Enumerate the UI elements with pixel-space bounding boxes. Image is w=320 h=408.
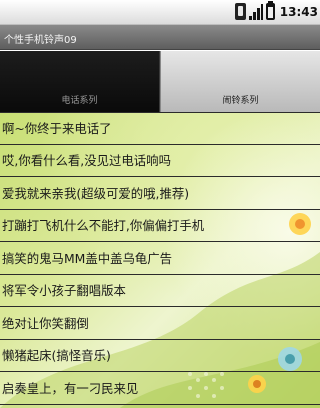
- tab-alarms-label: 闹铃系列: [222, 96, 259, 106]
- status-bar: 13:43: [0, 0, 320, 25]
- battery-icon: [265, 1, 275, 20]
- list-item[interactable]: 绝对让你笑翻倒: [0, 307, 320, 340]
- title-bar: 个性手机铃声09: [0, 25, 320, 50]
- tab-alarms[interactable]: 闹铃系列: [160, 51, 320, 112]
- list-item-label: 绝对让你笑翻倒: [2, 315, 89, 331]
- list-item[interactable]: 打蹦打飞机什么不能打,你偏偏打手机: [0, 210, 320, 242]
- ringtone-list: 啊~你终于来电话了 哎,你看什么看,没见过电话响吗 爱我就来亲我(超级可爱的哦,…: [0, 112, 320, 405]
- tab-ringtones-label: 电话系列: [61, 96, 98, 106]
- clock: 13:43: [279, 4, 318, 19]
- list-item[interactable]: 啊~你终于来电话了: [0, 112, 320, 145]
- list-item-label: 将军令小孩子翻唱版本: [2, 283, 126, 299]
- list-item-label: 啊~你终于来电话了: [2, 121, 112, 137]
- list-item-label: 懒猪起床(搞怪音乐): [2, 348, 111, 364]
- list-item-label: 搞笑的鬼马MM盖中盖乌龟广告: [2, 250, 173, 266]
- list-item[interactable]: 哎,你看什么看,没见过电话响吗: [0, 145, 320, 177]
- app-title: 个性手机铃声09: [4, 35, 77, 46]
- tab-bar: 电话系列 闹铃系列: [0, 51, 320, 112]
- list-item[interactable]: 启奏皇上，有一刁民来见: [0, 372, 320, 405]
- list-item[interactable]: 搞笑的鬼马MM盖中盖乌龟广告: [0, 242, 320, 275]
- list-item-label: 打蹦打飞机什么不能打,你偏偏打手机: [2, 218, 205, 234]
- signal-icon: [248, 3, 263, 20]
- list-item-label: 爱我就来亲我(超级可爱的哦,推荐): [2, 185, 190, 201]
- list-item[interactable]: 将军令小孩子翻唱版本: [0, 275, 320, 307]
- tab-ringtones[interactable]: 电话系列: [0, 51, 160, 112]
- status-icons: 13:43: [234, 1, 318, 20]
- ringtone-list-area[interactable]: 啊~你终于来电话了 哎,你看什么看,没见过电话响吗 爱我就来亲我(超级可爱的哦,…: [0, 112, 320, 408]
- list-item[interactable]: 爱我就来亲我(超级可爱的哦,推荐): [0, 177, 320, 210]
- list-item-label: 哎,你看什么看,没见过电话响吗: [2, 153, 171, 169]
- phone-vibrate-icon: [234, 3, 246, 20]
- list-item-label: 启奏皇上，有一刁民来见: [2, 380, 139, 396]
- list-item[interactable]: 懒猪起床(搞怪音乐): [0, 340, 320, 372]
